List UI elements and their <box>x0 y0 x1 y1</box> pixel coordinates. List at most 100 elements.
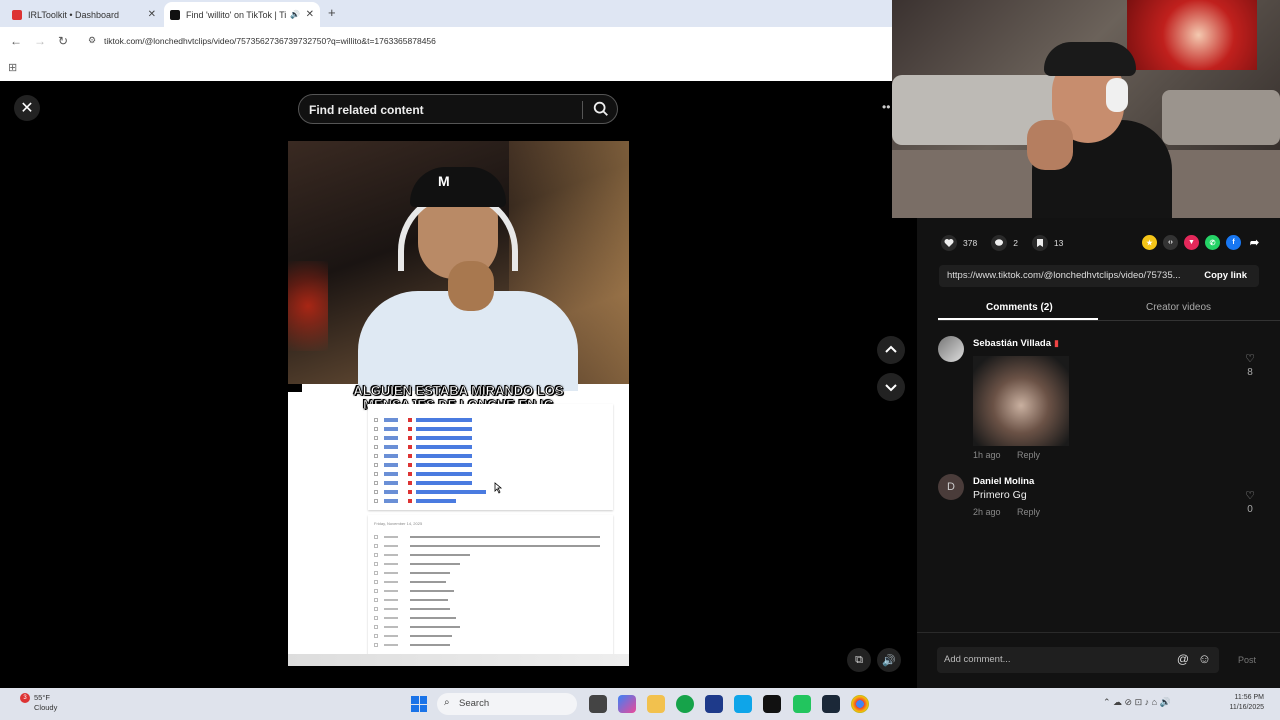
comment-time: 2h ago <box>973 507 1001 517</box>
comment-input-placeholder: Add comment... <box>944 654 1011 665</box>
windows-start-icon[interactable] <box>411 696 427 712</box>
address-bar: ← → ↻ ⚙ tiktok.com/@lonchedhvtclips/vide… <box>0 27 892 57</box>
search-input[interactable]: Find related content <box>309 103 424 117</box>
speaker-icon[interactable]: 🔊 <box>290 10 300 19</box>
comment-time: 1h ago <box>973 450 1001 460</box>
weather-desc: Cloudy <box>34 703 58 712</box>
share-link[interactable]: https://www.tiktok.com/@lonchedhvtclips/… <box>947 270 1193 281</box>
avatar[interactable]: D <box>938 474 964 500</box>
heart-icon <box>941 235 957 251</box>
share-arrow-icon[interactable]: ➦ <box>1247 235 1262 250</box>
copilot-icon[interactable] <box>618 695 636 713</box>
copy-link-button[interactable]: Copy link <box>1204 270 1247 281</box>
mouse-cursor-icon <box>494 482 503 494</box>
whatsapp-icon[interactable]: ✆ <box>1205 235 1220 250</box>
facebook-icon[interactable]: f <box>1226 235 1241 250</box>
comment-meta: 2h ago Reply <box>973 507 1040 517</box>
save-button[interactable]: 13 <box>1031 235 1064 251</box>
weather-widget[interactable]: 3 55°F Cloudy <box>14 693 57 713</box>
clock[interactable]: 11:56 PM 11/16/2025 <box>1228 693 1264 713</box>
sofa <box>1162 90 1280 145</box>
reload-icon[interactable]: ↻ <box>58 34 68 48</box>
avatar[interactable] <box>938 336 964 362</box>
chevron-down-icon <box>885 384 897 392</box>
divider <box>917 632 1280 633</box>
previous-video-button[interactable] <box>877 336 905 364</box>
back-icon[interactable]: ← <box>10 34 22 48</box>
close-tab-icon[interactable]: ✕ <box>306 9 314 20</box>
comment-button[interactable]: 2 <box>991 235 1018 251</box>
reply-button[interactable]: Reply <box>1017 450 1040 460</box>
comment-author[interactable]: Sebastián Villada <box>973 338 1051 349</box>
task-view-icon[interactable] <box>589 695 607 713</box>
tab-creator-videos[interactable]: Creator videos <box>1146 302 1211 313</box>
video-player[interactable]: M ALGUIEN ESTABA MIRANDO LOS MENSAJES DE… <box>288 141 629 666</box>
save-count: 13 <box>1053 238 1064 248</box>
speaker-icon: 🔊 <box>882 654 896 667</box>
more-options-icon[interactable]: •• <box>882 100 890 114</box>
cap <box>410 167 506 207</box>
miniplayer-icon: ⧉ <box>855 653 863 666</box>
mail-icon[interactable] <box>734 695 752 713</box>
comment-icon <box>991 235 1008 251</box>
file-explorer-icon[interactable] <box>647 695 665 713</box>
comment-image[interactable] <box>973 356 1069 446</box>
video-progress-bar[interactable] <box>288 654 629 666</box>
mention-icon[interactable]: @ <box>1177 652 1189 666</box>
post-button[interactable]: Post <box>1238 655 1256 665</box>
search-divider <box>582 101 583 119</box>
close-icon[interactable]: ✕ <box>14 95 40 121</box>
weather-temp: 55°F <box>34 693 50 702</box>
next-video-button[interactable] <box>877 373 905 401</box>
tab-irltoolkit[interactable]: IRLToolkit • Dashboard ✕ <box>6 2 162 27</box>
reply-button[interactable]: Reply <box>1017 507 1040 517</box>
like-button[interactable]: 378 <box>941 235 977 251</box>
video-webcam-frame: M <box>288 141 629 391</box>
copy-link-box: https://www.tiktok.com/@lonchedhvtclips/… <box>939 265 1259 287</box>
new-tab-icon[interactable]: + <box>328 5 336 20</box>
chrome-icon[interactable] <box>851 695 869 713</box>
clock-time: 11:56 PM <box>1234 694 1264 701</box>
emoji-icon[interactable]: ☺ <box>1198 651 1211 666</box>
cap-logo: M <box>438 173 450 189</box>
app-icon[interactable] <box>763 695 781 713</box>
site-info-icon[interactable]: ⚙ <box>88 35 96 46</box>
comment-like-button[interactable]: ♡ 8 <box>1243 352 1257 378</box>
star-share-icon[interactable]: ★ <box>1142 235 1157 250</box>
heart-outline-icon: ♡ <box>1245 353 1255 365</box>
search-icon[interactable] <box>592 100 610 118</box>
comments-panel <box>917 218 1280 688</box>
volume-button[interactable]: 🔊 <box>877 648 901 672</box>
heart-outline-icon: ♡ <box>1245 490 1255 502</box>
comment-input[interactable]: Add comment... @ ☺ <box>937 647 1219 673</box>
miniplayer-button[interactable]: ⧉ <box>847 648 871 672</box>
share-buttons: ★ ‹› ▼ ✆ f ➦ <box>1136 235 1262 250</box>
comment-count: 2 <box>1013 238 1018 248</box>
game-app-icon[interactable] <box>793 695 811 713</box>
taskbar: 3 55°F Cloudy ⌕ Search ⌃ ☁ ⊘ ⊡ ♪ ⌂ 🔊 11:… <box>0 688 1280 720</box>
panel-tabs: Comments (2) Creator videos <box>938 299 1280 321</box>
message-list-highlighted <box>368 404 613 510</box>
taskbar-search[interactable]: ⌕ Search <box>437 693 577 715</box>
headphones <box>1106 78 1128 112</box>
comment-like-button[interactable]: ♡ 0 <box>1243 489 1257 515</box>
store-icon[interactable] <box>705 695 723 713</box>
search-bar[interactable]: Find related content <box>298 94 618 124</box>
comment-author[interactable]: Daniel Molina <box>973 476 1034 487</box>
close-tab-icon[interactable]: ✕ <box>148 9 156 20</box>
hand <box>448 261 494 311</box>
embed-icon[interactable]: ‹› <box>1163 235 1178 250</box>
apps-grid-icon[interactable]: ⊞ <box>8 61 17 74</box>
comment-like-count: 8 <box>1247 367 1253 378</box>
browser-chrome: IRLToolkit • Dashboard ✕ Find 'willito' … <box>0 0 892 81</box>
tab-title: IRLToolkit • Dashboard <box>28 9 120 20</box>
steam-icon[interactable] <box>822 695 840 713</box>
edge-icon[interactable] <box>676 695 694 713</box>
tab-tiktok[interactable]: Find 'willito' on TikTok | Tik 🔊 ✕ <box>164 2 320 27</box>
forward-icon[interactable]: → <box>34 34 46 48</box>
tiktok-send-icon[interactable]: ▼ <box>1184 235 1199 250</box>
url-field[interactable]: tiktok.com/@lonchedhvtclips/video/757356… <box>104 36 436 46</box>
tab-comments[interactable]: Comments (2) <box>986 302 1053 313</box>
system-tray-icons[interactable]: ⌃ ☁ ⊘ ⊡ ♪ ⌂ 🔊 <box>1103 697 1171 708</box>
screen: IRLToolkit • Dashboard ✕ Find 'willito' … <box>0 0 1280 720</box>
